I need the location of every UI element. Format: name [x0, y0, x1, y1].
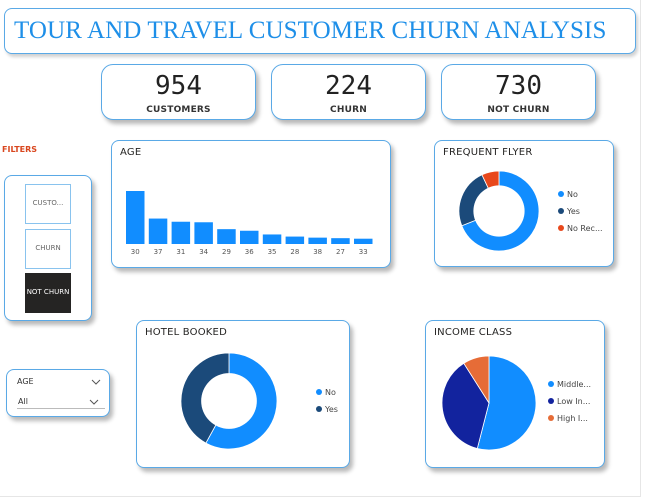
hotel-booked-hole [201, 373, 257, 429]
age-tick-label: 30 [131, 248, 140, 256]
frequent-flyer-legend-marker [558, 225, 564, 231]
kpi-card-not-churn[interactable]: 730 NOT CHURN [441, 64, 596, 120]
age-tick-label: 37 [154, 248, 163, 256]
age-tick-label: 27 [336, 248, 345, 256]
age-bar[interactable] [354, 238, 373, 244]
frequent-flyer-legend-marker [558, 191, 564, 197]
age-bar[interactable] [285, 236, 305, 244]
slicer-button-customers[interactable]: CUSTO... [25, 184, 71, 224]
hotel-booked-donut: No Yes [180, 352, 338, 450]
kpi-label-churn: CHURN [330, 105, 367, 115]
age-bar[interactable] [217, 229, 236, 244]
age-bar[interactable] [171, 221, 191, 244]
income-class-legend-label[interactable]: High I... [557, 414, 588, 423]
income-class-legend-marker [548, 415, 554, 421]
hotel-booked-legend-marker [316, 406, 322, 412]
age-bar[interactable] [126, 191, 145, 244]
income-class-legend-label[interactable]: Middle... [557, 380, 591, 389]
age-slicer-label: AGE [17, 377, 34, 386]
age-bar[interactable] [240, 230, 259, 244]
frequent-flyer-legend-label[interactable]: No [567, 190, 578, 199]
chevron-down-icon[interactable] [89, 399, 99, 405]
age-slicer-value: All [18, 397, 28, 406]
kpi-card-churn[interactable]: 224 CHURN [271, 64, 426, 120]
frequent-flyer-legend-label[interactable]: No Rec... [567, 224, 603, 233]
age-bar[interactable] [331, 238, 350, 244]
hotel-booked-legend-label[interactable]: Yes [324, 405, 338, 414]
age-chart-card: AGE 30 37 31 34 29 36 35 28 38 27 33 [111, 140, 391, 268]
age-tick-label: 31 [176, 248, 185, 256]
income-class-legend-marker [548, 381, 554, 387]
slicer-button-not-churn[interactable]: NOT CHURN [25, 273, 71, 313]
hotel-booked-card: HOTEL BOOKED No Yes [136, 320, 350, 468]
kpi-label-not-churn: NOT CHURN [487, 105, 550, 115]
income-class-pie: Middle... Low In... High I... [441, 355, 591, 451]
income-class-legend-marker [548, 398, 554, 404]
age-bar[interactable] [308, 237, 327, 244]
hotel-booked-legend-marker [316, 389, 322, 395]
frequent-flyer-legend-label[interactable]: Yes [566, 207, 580, 216]
filters-label: FILTERS [2, 145, 38, 154]
frequent-flyer-hole [473, 185, 525, 237]
age-bar[interactable] [148, 218, 168, 244]
age-bar[interactable] [194, 222, 213, 244]
kpi-card-customers[interactable]: 954 CUSTOMERS [101, 64, 256, 120]
age-tick-label: 38 [313, 248, 322, 256]
age-slicer[interactable]: AGE All [6, 369, 110, 417]
kpi-label-customers: CUSTOMERS [146, 105, 211, 115]
kpi-value-churn: 224 [325, 71, 372, 101]
age-bar[interactable] [262, 234, 282, 244]
churn-slicer: CUSTO... CHURN NOT CHURN [4, 175, 92, 321]
age-tick-label: 35 [268, 248, 277, 256]
kpi-value-customers: 954 [155, 71, 202, 101]
age-tick-label: 34 [199, 248, 208, 256]
age-tick-label: 29 [222, 248, 231, 256]
title-banner: TOUR AND TRAVEL CUSTOMER CHURN ANALYSIS [4, 8, 636, 54]
frequent-flyer-donut: No Yes No Rec... [458, 170, 603, 252]
age-tick-label: 33 [359, 248, 368, 256]
hotel-booked-legend-label[interactable]: No [325, 388, 336, 397]
income-class-card: INCOME CLASS Middle... Low In... High I... [425, 320, 605, 468]
age-tick-label: 36 [245, 248, 254, 256]
page-title: TOUR AND TRAVEL CUSTOMER CHURN ANALYSIS [14, 17, 607, 44]
chevron-down-icon[interactable] [91, 379, 101, 385]
slicer-button-churn[interactable]: CHURN [25, 229, 71, 269]
kpi-value-not-churn: 730 [495, 71, 542, 101]
income-class-legend-label[interactable]: Low In... [557, 397, 590, 406]
frequent-flyer-card: FREQUENT FLYER No Yes No Rec... [434, 140, 614, 267]
frequent-flyer-legend-marker [558, 208, 564, 214]
age-tick-label: 28 [290, 248, 299, 256]
age-bar-chart: 30 37 31 34 29 36 35 28 38 27 33 [126, 191, 373, 256]
